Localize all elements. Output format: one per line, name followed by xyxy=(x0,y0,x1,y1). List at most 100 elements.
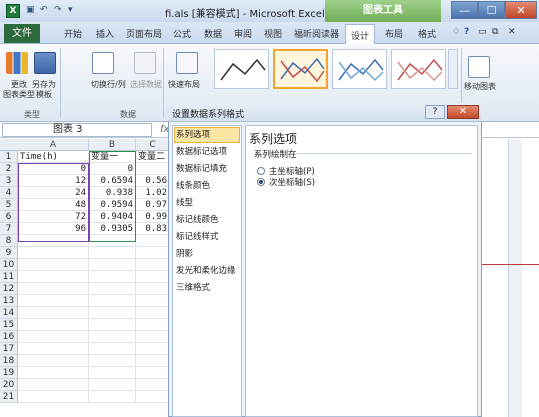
column-header-a[interactable]: A xyxy=(18,139,89,151)
row-header[interactable]: 10 xyxy=(0,259,18,271)
dialog-nav-item[interactable]: 系列选项 xyxy=(176,128,210,142)
chart-style-3[interactable] xyxy=(332,49,387,89)
sheet-cell[interactable]: 1.02 xyxy=(136,187,170,199)
maximize-button[interactable]: ☐ xyxy=(478,1,505,19)
sheet-cell[interactable] xyxy=(18,331,89,343)
help-icon[interactable]: ? xyxy=(464,27,469,37)
dialog-nav-item[interactable]: 标记线样式 xyxy=(176,230,219,244)
minimize-button[interactable]: — xyxy=(451,1,478,19)
column-header-b[interactable]: B xyxy=(89,139,136,151)
sheet-cell[interactable] xyxy=(89,367,136,379)
vertical-scrollbar[interactable] xyxy=(508,139,522,417)
sheet-cell[interactable]: 0.99 xyxy=(136,211,170,223)
sheet-cell[interactable] xyxy=(89,319,136,331)
dialog-nav-item[interactable]: 发光和柔化边缘 xyxy=(176,264,236,278)
dialog-nav-item[interactable]: 数据标记填充 xyxy=(176,162,227,176)
customize-quick-access-icon[interactable]: ▾ xyxy=(68,5,73,15)
sheet-cell[interactable] xyxy=(136,307,170,319)
sheet-cell[interactable] xyxy=(136,259,170,271)
dialog-nav-item[interactable]: 数据标记选项 xyxy=(176,145,227,159)
sheet-cell[interactable] xyxy=(18,391,89,403)
tab-review[interactable]: 审阅 xyxy=(234,27,252,40)
sheet-cell[interactable] xyxy=(89,331,136,343)
chart-style-1[interactable] xyxy=(214,49,269,89)
row-header[interactable]: 20 xyxy=(0,379,18,391)
sheet-cell[interactable] xyxy=(136,331,170,343)
doc-restore-icon[interactable]: ⧉ xyxy=(492,27,498,37)
sheet-cell[interactable] xyxy=(18,271,89,283)
doc-minimize-icon[interactable]: ▭ xyxy=(478,27,487,37)
quick-layout-button[interactable] xyxy=(176,52,198,74)
name-box[interactable]: 图表 3 xyxy=(2,123,152,137)
tab-page-layout[interactable]: 页面布局 xyxy=(126,27,162,40)
doc-close-icon[interactable]: ✕ xyxy=(508,27,516,37)
sheet-cell[interactable] xyxy=(18,367,89,379)
redo-icon[interactable]: ↷ xyxy=(54,5,62,15)
sheet-cell[interactable] xyxy=(136,235,170,247)
sheet-cell[interactable]: 0.83 xyxy=(136,223,170,235)
sheet-cell[interactable] xyxy=(136,283,170,295)
row-header[interactable]: 6 xyxy=(0,211,18,223)
chart-style-2[interactable] xyxy=(273,49,328,89)
sheet-cell[interactable] xyxy=(18,259,89,271)
dialog-nav-item[interactable]: 标记线颜色 xyxy=(176,213,219,227)
tab-format[interactable]: 格式 xyxy=(418,27,436,40)
row-header[interactable]: 17 xyxy=(0,343,18,355)
row-header[interactable]: 18 xyxy=(0,355,18,367)
sheet-cell[interactable] xyxy=(18,379,89,391)
sheet-cell[interactable] xyxy=(89,247,136,259)
tab-design[interactable]: 设计 xyxy=(345,24,376,44)
row-header[interactable]: 14 xyxy=(0,307,18,319)
sheet-cell[interactable] xyxy=(136,247,170,259)
sheet-cell[interactable] xyxy=(89,283,136,295)
row-header[interactable]: 2 xyxy=(0,163,18,175)
sheet-cell[interactable]: 0.97 xyxy=(136,199,170,211)
switch-row-column-button[interactable] xyxy=(92,52,114,74)
sheet-cell[interactable] xyxy=(136,319,170,331)
dialog-nav-item[interactable]: 线型 xyxy=(176,196,193,210)
sheet-cell[interactable] xyxy=(89,271,136,283)
row-header[interactable]: 13 xyxy=(0,295,18,307)
row-header[interactable]: 4 xyxy=(0,187,18,199)
row-header[interactable]: 15 xyxy=(0,319,18,331)
tab-data[interactable]: 数据 xyxy=(204,27,222,40)
sheet-cell[interactable] xyxy=(136,271,170,283)
row-header[interactable]: 5 xyxy=(0,199,18,211)
sheet-cell[interactable] xyxy=(18,295,89,307)
select-data-button[interactable] xyxy=(134,52,156,74)
row-header[interactable]: 8 xyxy=(0,235,18,247)
sheet-cell[interactable] xyxy=(18,343,89,355)
sheet-cell[interactable] xyxy=(89,391,136,403)
sheet-cell[interactable]: Time(h) xyxy=(18,151,89,163)
row-header[interactable]: 7 xyxy=(0,223,18,235)
sheet-cell[interactable] xyxy=(18,319,89,331)
dialog-nav-item[interactable]: 阴影 xyxy=(176,247,193,261)
dialog-nav-item[interactable]: 三维格式 xyxy=(176,281,210,295)
ribbon-minimize-icon[interactable]: ♢ xyxy=(452,27,460,37)
row-header[interactable]: 11 xyxy=(0,271,18,283)
sheet-cell[interactable] xyxy=(89,307,136,319)
tab-insert[interactable]: 插入 xyxy=(96,27,114,40)
sheet-cell[interactable] xyxy=(89,379,136,391)
move-chart-button[interactable] xyxy=(468,56,490,78)
row-header[interactable]: 12 xyxy=(0,283,18,295)
chart-style-4[interactable] xyxy=(391,49,446,89)
row-header[interactable]: 19 xyxy=(0,367,18,379)
sheet-cell[interactable] xyxy=(89,295,136,307)
dialog-close-button[interactable]: ✕ xyxy=(447,105,479,119)
sheet-cell[interactable] xyxy=(136,295,170,307)
row-header[interactable]: 3 xyxy=(0,175,18,187)
sheet-cell[interactable] xyxy=(136,391,170,403)
file-tab[interactable]: 文件 xyxy=(4,24,40,43)
row-header[interactable]: 21 xyxy=(0,391,18,403)
sheet-cell[interactable] xyxy=(136,163,170,175)
sheet-cell[interactable] xyxy=(136,355,170,367)
row-header[interactable]: 9 xyxy=(0,247,18,259)
sheet-cell[interactable] xyxy=(136,343,170,355)
sheet-cell[interactable] xyxy=(18,283,89,295)
tab-view[interactable]: 视图 xyxy=(264,27,282,40)
row-header[interactable]: 16 xyxy=(0,331,18,343)
sheet-cell[interactable]: 变量二 xyxy=(136,151,170,163)
sheet-cell[interactable] xyxy=(89,343,136,355)
save-icon[interactable]: ▣ xyxy=(26,5,35,15)
